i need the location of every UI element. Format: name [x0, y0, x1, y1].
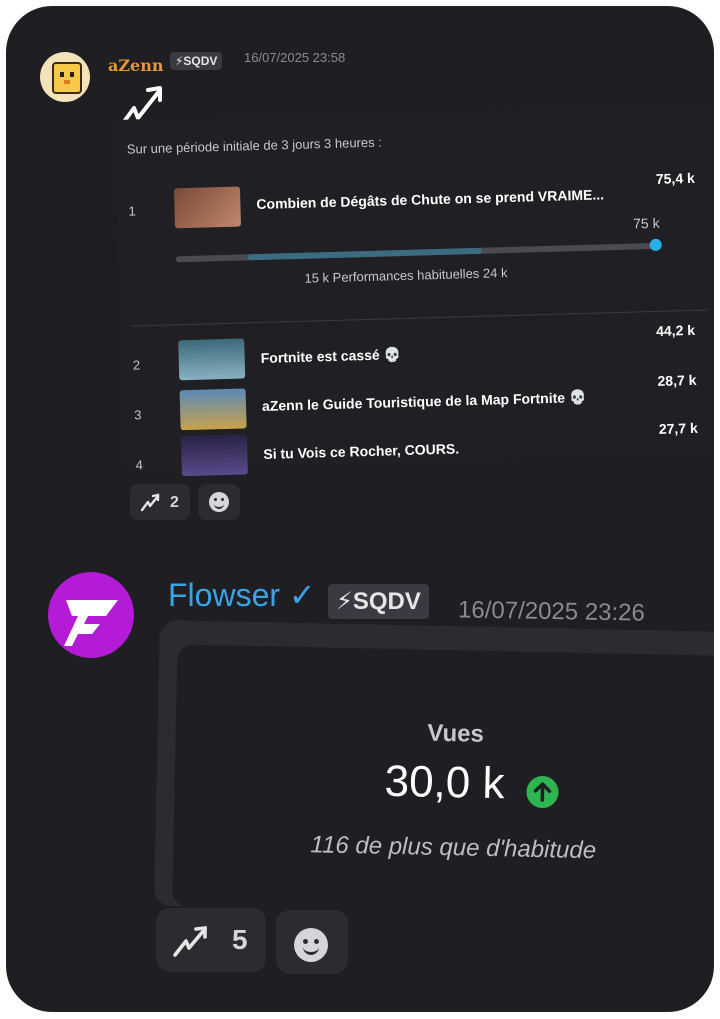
- reaction-trend[interactable]: 2: [130, 484, 190, 520]
- stat-value: 30,0 k: [384, 756, 506, 809]
- guild-tag[interactable]: ⚡SQDV: [170, 52, 223, 70]
- rank: 4: [135, 457, 144, 473]
- message-azenn: aZenn ⚡SQDV 16/07/2025 23:58 Sur une pér…: [6, 6, 714, 546]
- rank: 1: [128, 203, 136, 219]
- period-text: Sur une période initiale de 3 jours 3 he…: [126, 134, 383, 157]
- performance-marker: [649, 238, 662, 252]
- reaction-trend[interactable]: 5: [156, 908, 266, 972]
- views-card-inner: Vues 30,0 k 116 de plus que d'habitude: [172, 644, 714, 919]
- arrow-up-icon: [526, 775, 559, 809]
- video-title[interactable]: Si tu Vois ce Rocher, COURS.: [263, 440, 459, 461]
- stat-diff: 116 de plus que d'habitude: [310, 831, 597, 865]
- video-views: 44,2 k: [655, 321, 696, 339]
- trend-arrow-icon: [140, 493, 160, 512]
- video-thumbnail[interactable]: [180, 434, 248, 477]
- video-views: 75,4 k: [655, 169, 696, 187]
- performance-label: 15 k Performances habituelles 24 k: [304, 265, 508, 286]
- trend-arrow-icon: [173, 925, 207, 957]
- add-reaction-button[interactable]: [276, 910, 348, 974]
- list-item[interactable]: 1 Combien de Dégâts de Chute on se prend…: [115, 153, 714, 229]
- guild-tag[interactable]: ⚡SQDV: [328, 584, 429, 619]
- timestamp: 16/07/2025 23:58: [244, 50, 346, 65]
- avatar[interactable]: [40, 52, 90, 102]
- video-thumbnail[interactable]: [179, 388, 247, 431]
- video-title[interactable]: Fortnite est cassé 💀: [260, 346, 401, 367]
- video-thumbnail[interactable]: [173, 186, 242, 229]
- performance-range: [247, 247, 482, 261]
- video-title[interactable]: aZenn le Guide Touristique de la Map For…: [262, 389, 587, 415]
- avatar-face-icon: [52, 62, 82, 94]
- avatar[interactable]: [48, 572, 134, 658]
- video-thumbnail[interactable]: [178, 338, 246, 381]
- smile-icon: [209, 492, 229, 512]
- video-views: 27,7 k: [658, 419, 698, 437]
- reaction-count: 2: [170, 494, 179, 511]
- rank: 2: [132, 357, 141, 373]
- flowser-logo-icon: [64, 600, 118, 646]
- video-stats-card: Sur une période initiale de 3 jours 3 he…: [114, 103, 714, 477]
- timestamp: 16/07/2025 23:26: [457, 596, 646, 627]
- chat-window: aZenn ⚡SQDV 16/07/2025 23:58 Sur une pér…: [6, 6, 714, 1012]
- add-reaction-button[interactable]: [198, 484, 240, 520]
- views-card: Vues 30,0 k 116 de plus que d'habitude: [154, 620, 714, 919]
- video-views: 28,7 k: [657, 371, 697, 389]
- smile-icon: [294, 928, 328, 962]
- stat-label: Vues: [427, 719, 485, 748]
- rank: 3: [134, 407, 142, 423]
- bar-current-label: 75 k: [632, 214, 660, 232]
- video-title[interactable]: Combien de Dégâts de Chute on se prend V…: [256, 186, 604, 212]
- username[interactable]: aZenn: [108, 56, 164, 75]
- username[interactable]: Flowser ✓: [168, 576, 316, 614]
- reaction-count: 5: [232, 924, 248, 955]
